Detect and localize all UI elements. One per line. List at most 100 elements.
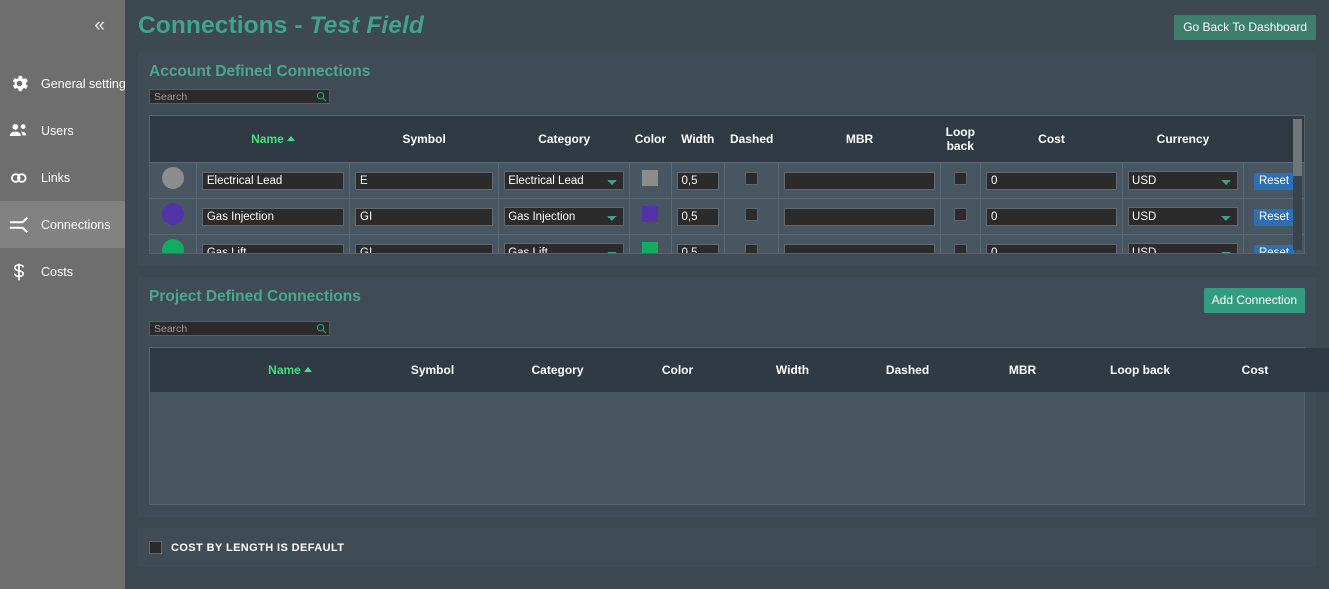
account-col-cost[interactable]: Cost: [980, 116, 1123, 163]
project-col-mbr[interactable]: MBR: [965, 348, 1080, 392]
go-back-to-dashboard-button[interactable]: Go Back To Dashboard: [1174, 15, 1317, 40]
project-col-currency[interactable]: Currency: [1310, 348, 1329, 392]
cost-input[interactable]: [985, 172, 1118, 190]
sidebar-item-links[interactable]: Links: [0, 154, 125, 201]
project-col-dashed[interactable]: Dashed: [850, 348, 965, 392]
account-col-currency[interactable]: Currency: [1122, 116, 1244, 163]
symbol-input[interactable]: [355, 172, 494, 190]
sort-asc-icon: [286, 136, 295, 141]
account-table-scrollbar-thumb[interactable]: [1293, 119, 1303, 176]
category-select[interactable]: Electrical Lead: [504, 171, 625, 191]
sort-asc-icon: [303, 367, 312, 372]
account-panel-header: Account Defined Connections: [149, 63, 1305, 81]
account-table-wrapper: Name Symbol Category Color Width Dashed …: [149, 115, 1306, 254]
page-title-main: Connections -: [138, 12, 310, 39]
account-table-scrollbar[interactable]: [1293, 119, 1303, 250]
reset-button[interactable]: Reset: [1254, 245, 1295, 253]
cost-by-length-checkbox[interactable]: [149, 541, 162, 554]
project-col-category[interactable]: Category: [495, 348, 620, 392]
magnifier-icon[interactable]: [313, 91, 329, 102]
project-col-name[interactable]: Name: [210, 348, 370, 392]
account-col-category[interactable]: Category: [498, 116, 630, 163]
project-search-box[interactable]: [149, 321, 330, 336]
row-width-cell: [670, 162, 725, 199]
sidebar-item-connections[interactable]: Connections: [0, 201, 125, 248]
row-currency-cell: USD: [1122, 162, 1244, 199]
account-search-input[interactable]: [150, 90, 313, 103]
sidebar-item-costs[interactable]: Costs: [0, 248, 125, 295]
dashed-checkbox[interactable]: [745, 171, 759, 185]
account-search-box[interactable]: [149, 89, 330, 104]
width-input[interactable]: [676, 244, 719, 253]
currency-select[interactable]: USD: [1128, 207, 1238, 227]
project-col-color[interactable]: Color: [620, 348, 735, 392]
add-connection-button[interactable]: Add Connection: [1203, 288, 1306, 313]
mbr-input[interactable]: [784, 244, 935, 253]
row-name-cell: [195, 234, 351, 253]
row-category-cell: Electrical Lead: [498, 162, 631, 199]
category-select[interactable]: Gas Injection: [504, 207, 625, 227]
account-col-name[interactable]: Name: [196, 116, 350, 163]
loop-back-checkbox[interactable]: [953, 207, 967, 221]
mbr-input[interactable]: [784, 172, 935, 190]
project-col-spacer: [150, 348, 210, 392]
connections-icon: [6, 212, 32, 238]
reset-button[interactable]: Reset: [1254, 173, 1295, 190]
category-select[interactable]: Gas Lift: [504, 243, 625, 253]
sidebar-item-general-settings[interactable]: General settings: [0, 60, 132, 107]
color-swatch[interactable]: [642, 170, 659, 186]
row-symbol-cell: [349, 162, 500, 199]
row-width-cell: [670, 234, 725, 253]
width-input[interactable]: [676, 208, 719, 226]
color-swatch[interactable]: [642, 206, 659, 222]
table-row: Gas Injection USD Reset: [150, 198, 1305, 235]
dashed-checkbox[interactable]: [745, 243, 759, 253]
width-input[interactable]: [676, 172, 719, 190]
color-swatch[interactable]: [642, 242, 659, 253]
mbr-input[interactable]: [784, 208, 935, 226]
links-icon: [6, 165, 32, 191]
loop-back-checkbox[interactable]: [953, 171, 967, 185]
name-input[interactable]: [201, 172, 345, 190]
project-col-loop-back[interactable]: Loop back: [1080, 348, 1200, 392]
row-cost-cell: [979, 198, 1124, 235]
symbol-input[interactable]: [355, 208, 494, 226]
row-color-dot-cell: [150, 234, 197, 253]
dashed-checkbox[interactable]: [745, 207, 759, 221]
name-input[interactable]: [201, 244, 345, 253]
project-search-input[interactable]: [150, 322, 313, 335]
row-loop-back-cell: [939, 234, 981, 253]
account-col-dashed[interactable]: Dashed: [724, 116, 779, 163]
account-col-color[interactable]: Color: [629, 116, 672, 163]
account-col-loop-back[interactable]: Loop back: [940, 116, 981, 163]
cost-by-length-label: COST BY LENGTH IS DEFAULT: [171, 541, 345, 554]
row-cost-cell: [979, 234, 1124, 253]
row-currency-cell: USD: [1122, 234, 1244, 253]
row-dashed-cell: [723, 234, 780, 253]
name-input[interactable]: [201, 208, 345, 226]
loop-back-checkbox[interactable]: [953, 243, 967, 253]
account-table-scroll[interactable]: Name Symbol Category Color Width Dashed …: [150, 116, 1305, 253]
chevron-double-left-icon[interactable]: «: [94, 16, 104, 35]
project-col-width[interactable]: Width: [735, 348, 850, 392]
row-name-cell: [195, 162, 351, 199]
account-col-symbol[interactable]: Symbol: [349, 116, 499, 163]
cost-input[interactable]: [985, 244, 1118, 253]
currency-select[interactable]: USD: [1128, 171, 1238, 191]
app-root: « General settings Users Links Connectio…: [0, 0, 1329, 589]
reset-button[interactable]: Reset: [1254, 209, 1295, 226]
account-col-width[interactable]: Width: [671, 116, 725, 163]
project-col-symbol[interactable]: Symbol: [370, 348, 495, 392]
currency-select[interactable]: USD: [1128, 243, 1238, 253]
project-col-cost[interactable]: Cost: [1200, 348, 1310, 392]
symbol-input[interactable]: [355, 244, 494, 253]
table-row: Electrical Lead USD Reset: [150, 162, 1305, 199]
account-connections-table: Name Symbol Category Color Width Dashed …: [150, 116, 1305, 253]
row-width-cell: [670, 198, 725, 235]
sidebar-item-label: Links: [41, 170, 71, 185]
row-category-cell: Gas Injection: [498, 198, 631, 235]
cost-input[interactable]: [985, 208, 1118, 226]
account-col-mbr[interactable]: MBR: [778, 116, 941, 163]
magnifier-icon[interactable]: [313, 323, 329, 334]
sidebar-item-users[interactable]: Users: [0, 107, 125, 154]
